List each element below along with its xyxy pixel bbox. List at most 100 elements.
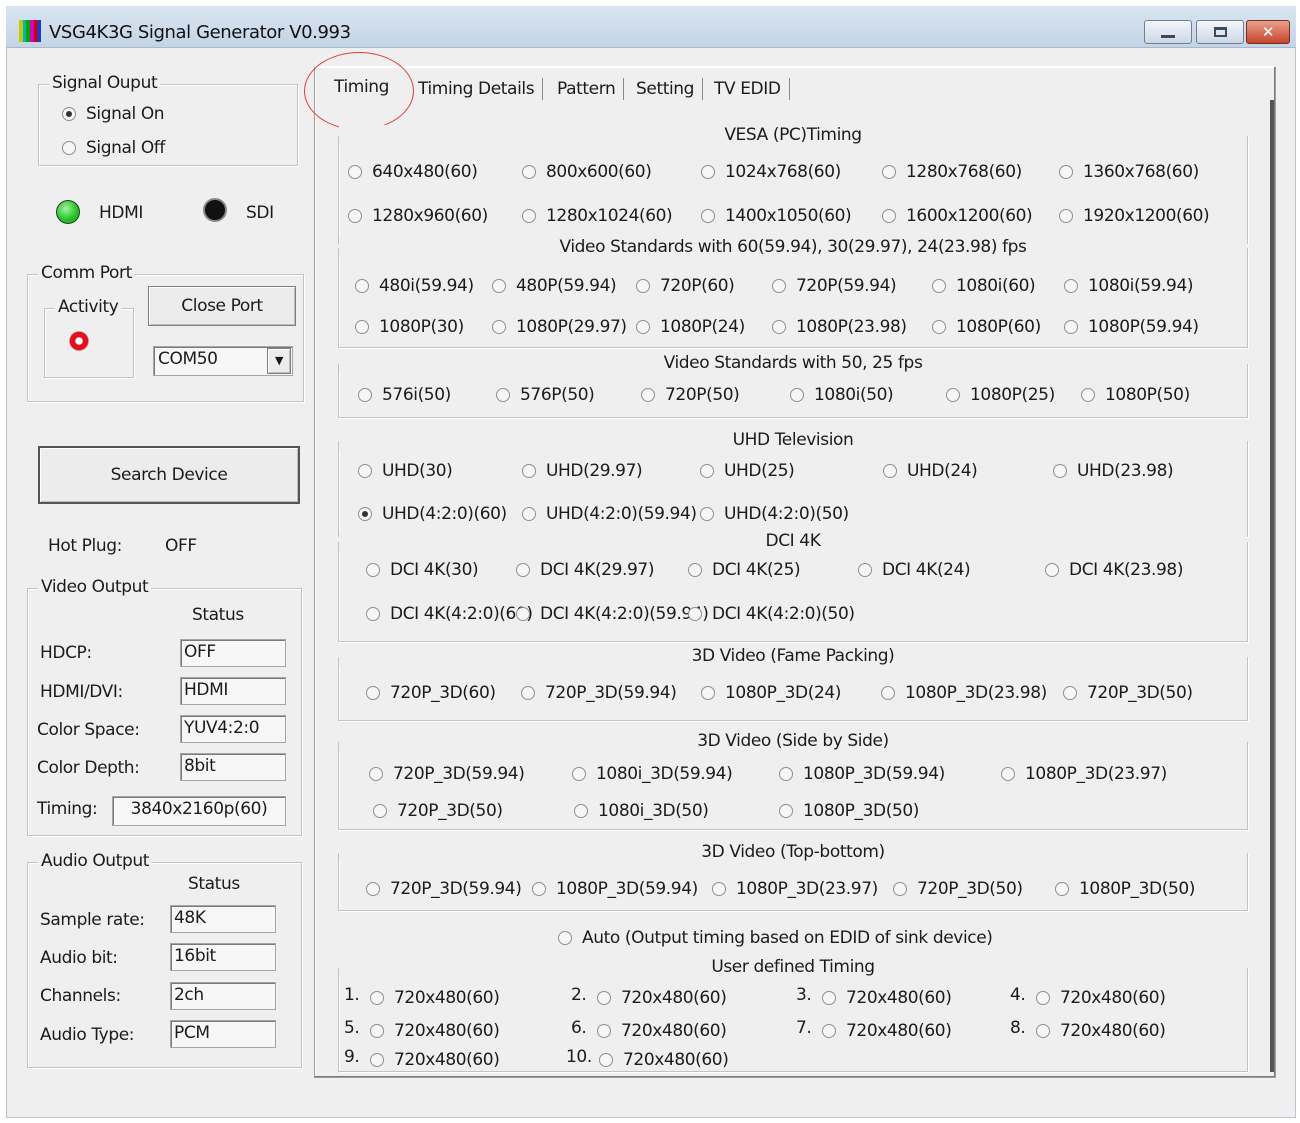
maximize-button[interactable] bbox=[1196, 20, 1244, 44]
fp3d-option-radio[interactable]: 1080P_3D(24) bbox=[701, 683, 841, 703]
sbs3d-option-radio[interactable]: 1080P_3D(50) bbox=[779, 801, 919, 821]
uhd-option-radio[interactable]: UHD(4:2:0)(50) bbox=[700, 504, 849, 524]
tb3d-option-radio[interactable]: 1080P_3D(23.97) bbox=[712, 879, 878, 899]
dci-option-radio[interactable]: DCI 4K(29.97) bbox=[516, 560, 654, 580]
user-timing-radio[interactable]: 720x480(60) bbox=[822, 1021, 952, 1041]
close-window-button[interactable]: ✕ bbox=[1246, 20, 1290, 44]
sbs3d-option-radio[interactable]: 720P_3D(59.94) bbox=[369, 764, 525, 784]
vesa-option-radio[interactable]: 1360x768(60) bbox=[1059, 162, 1199, 182]
uhd-option-radio[interactable]: UHD(4:2:0)(60) bbox=[358, 504, 507, 524]
dci-option-radio[interactable]: DCI 4K(4:2:0)(50) bbox=[688, 604, 855, 624]
uhd-option-radio[interactable]: UHD(30) bbox=[358, 461, 453, 481]
video50-option-radio[interactable]: 720P(50) bbox=[641, 385, 740, 405]
vesa-option-radio[interactable]: 1600x1200(60) bbox=[882, 206, 1033, 226]
radio-icon bbox=[522, 165, 536, 179]
fp3d-option-radio[interactable]: 720P_3D(60) bbox=[366, 683, 496, 703]
sbs3d-option-radio[interactable]: 1080P_3D(59.94) bbox=[779, 764, 945, 784]
radio-icon bbox=[779, 767, 793, 781]
uhd-option-radio[interactable]: UHD(24) bbox=[883, 461, 978, 481]
user-timing-radio[interactable]: 720x480(60) bbox=[1036, 1021, 1166, 1041]
hdmi-dvi-label: HDMI/DVI: bbox=[40, 682, 123, 702]
dci-option-label: DCI 4K(4:2:0)(59.94) bbox=[540, 604, 709, 624]
tb3d-option-radio[interactable]: 720P_3D(50) bbox=[893, 879, 1023, 899]
user-timing-radio[interactable]: 720x480(60) bbox=[822, 988, 952, 1008]
fp3d-option-radio[interactable]: 720P_3D(59.94) bbox=[521, 683, 677, 703]
video60-option-radio[interactable]: 720P(60) bbox=[636, 276, 735, 296]
chevron-down-icon[interactable]: ▼ bbox=[267, 348, 291, 374]
vesa-option-radio[interactable]: 640x480(60) bbox=[348, 162, 478, 182]
video50-option-radio[interactable]: 576i(50) bbox=[358, 385, 451, 405]
vesa-option-label: 1280x960(60) bbox=[372, 206, 488, 226]
auto-timing-radio[interactable]: Auto (Output timing based on EDID of sin… bbox=[558, 928, 993, 948]
tab-pattern[interactable]: Pattern bbox=[557, 78, 626, 100]
tb3d-option-radio[interactable]: 720P_3D(59.94) bbox=[366, 879, 522, 899]
video50-option-radio[interactable]: 1080P(50) bbox=[1081, 385, 1190, 405]
video60-option-radio[interactable]: 1080i(59.94) bbox=[1064, 276, 1194, 296]
fp3d-option-radio[interactable]: 1080P_3D(23.98) bbox=[881, 683, 1047, 703]
radio-icon bbox=[858, 563, 872, 577]
vesa-option-label: 1600x1200(60) bbox=[906, 206, 1033, 226]
radio-icon bbox=[1081, 388, 1095, 402]
video60-option-radio[interactable]: 1080i(60) bbox=[932, 276, 1036, 296]
vesa-option-radio[interactable]: 1280x768(60) bbox=[882, 162, 1022, 182]
video60-option-radio[interactable]: 1080P(30) bbox=[355, 317, 464, 337]
video60-option-radio[interactable]: 480i(59.94) bbox=[355, 276, 474, 296]
vesa-option-radio[interactable]: 1920x1200(60) bbox=[1059, 206, 1210, 226]
dci-option-radio[interactable]: DCI 4K(24) bbox=[858, 560, 971, 580]
sbs3d-option-radio[interactable]: 1080i_3D(50) bbox=[574, 801, 709, 821]
sbs3d-option-radio[interactable]: 1080P_3D(23.97) bbox=[1001, 764, 1167, 784]
video60-option-radio[interactable]: 1080P(60) bbox=[932, 317, 1041, 337]
video60-option-radio[interactable]: 1080P(24) bbox=[636, 317, 745, 337]
dci-title: DCI 4K bbox=[762, 531, 824, 551]
dci-option-radio[interactable]: DCI 4K(30) bbox=[366, 560, 479, 580]
radio-icon bbox=[532, 882, 546, 896]
tb3d-option-radio[interactable]: 1080P_3D(59.94) bbox=[532, 879, 698, 899]
video60-option-radio[interactable]: 480P(59.94) bbox=[492, 276, 617, 296]
vesa-option-radio[interactable]: 1024x768(60) bbox=[701, 162, 841, 182]
sbs3d-option-radio[interactable]: 1080i_3D(59.94) bbox=[572, 764, 733, 784]
user-timing-radio[interactable]: 720x480(60) bbox=[370, 988, 500, 1008]
dci-option-radio[interactable]: DCI 4K(25) bbox=[688, 560, 801, 580]
video60-option-radio[interactable]: 720P(59.94) bbox=[772, 276, 897, 296]
video50-option-radio[interactable]: 1080P(25) bbox=[946, 385, 1055, 405]
tb3d-option-radio[interactable]: 1080P_3D(50) bbox=[1055, 879, 1195, 899]
video60-option-radio[interactable]: 1080P(59.94) bbox=[1064, 317, 1199, 337]
dci-option-radio[interactable]: DCI 4K(4:2:0)(59.94) bbox=[516, 604, 709, 624]
minimize-icon bbox=[1161, 34, 1175, 38]
video60-option-radio[interactable]: 1080P(29.97) bbox=[492, 317, 627, 337]
user-timing-radio[interactable]: 720x480(60) bbox=[1036, 988, 1166, 1008]
user-timing-radio[interactable]: 720x480(60) bbox=[370, 1050, 500, 1070]
minimize-button[interactable] bbox=[1144, 20, 1192, 44]
dci-option-radio[interactable]: DCI 4K(4:2:0)(60) bbox=[366, 604, 533, 624]
uhd-option-radio[interactable]: UHD(23.98) bbox=[1053, 461, 1174, 481]
uhd-option-radio[interactable]: UHD(4:2:0)(59.94) bbox=[522, 504, 697, 524]
signal-off-radio[interactable]: Signal Off bbox=[62, 138, 165, 158]
radio-icon bbox=[636, 279, 650, 293]
tab-setting[interactable]: Setting bbox=[636, 78, 705, 100]
vesa-option-radio[interactable]: 1280x960(60) bbox=[348, 206, 488, 226]
auto-timing-label: Auto (Output timing based on EDID of sin… bbox=[582, 928, 993, 948]
user-timing-radio[interactable]: 720x480(60) bbox=[599, 1050, 729, 1070]
user-timing-radio[interactable]: 720x480(60) bbox=[597, 1021, 727, 1041]
tab-tv-edid[interactable]: TV EDID bbox=[714, 78, 792, 100]
radio-icon bbox=[932, 320, 946, 334]
fp3d-option-radio[interactable]: 720P_3D(50) bbox=[1063, 683, 1193, 703]
uhd-option-radio[interactable]: UHD(25) bbox=[700, 461, 795, 481]
tab-timing-details[interactable]: Timing Details bbox=[418, 78, 545, 100]
vesa-option-radio[interactable]: 1280x1024(60) bbox=[522, 206, 673, 226]
signal-output-legend: Signal Ouput bbox=[49, 73, 161, 93]
video50-option-radio[interactable]: 1080i(50) bbox=[790, 385, 894, 405]
user-timing-radio[interactable]: 720x480(60) bbox=[597, 988, 727, 1008]
dci-option-radio[interactable]: DCI 4K(23.98) bbox=[1045, 560, 1183, 580]
search-device-button[interactable]: Search Device bbox=[38, 446, 300, 504]
signal-on-radio[interactable]: Signal On bbox=[62, 104, 165, 124]
user-timing-radio[interactable]: 720x480(60) bbox=[370, 1021, 500, 1041]
vesa-option-radio[interactable]: 1400x1050(60) bbox=[701, 206, 852, 226]
uhd-option-radio[interactable]: UHD(29.97) bbox=[522, 461, 643, 481]
close-port-button[interactable]: Close Port bbox=[148, 286, 296, 326]
video50-option-radio[interactable]: 576P(50) bbox=[496, 385, 595, 405]
video60-option-radio[interactable]: 1080P(23.98) bbox=[772, 317, 907, 337]
sbs3d-option-radio[interactable]: 720P_3D(50) bbox=[373, 801, 503, 821]
vesa-option-radio[interactable]: 800x600(60) bbox=[522, 162, 652, 182]
port-select[interactable]: COM50 ▼ bbox=[153, 346, 293, 376]
